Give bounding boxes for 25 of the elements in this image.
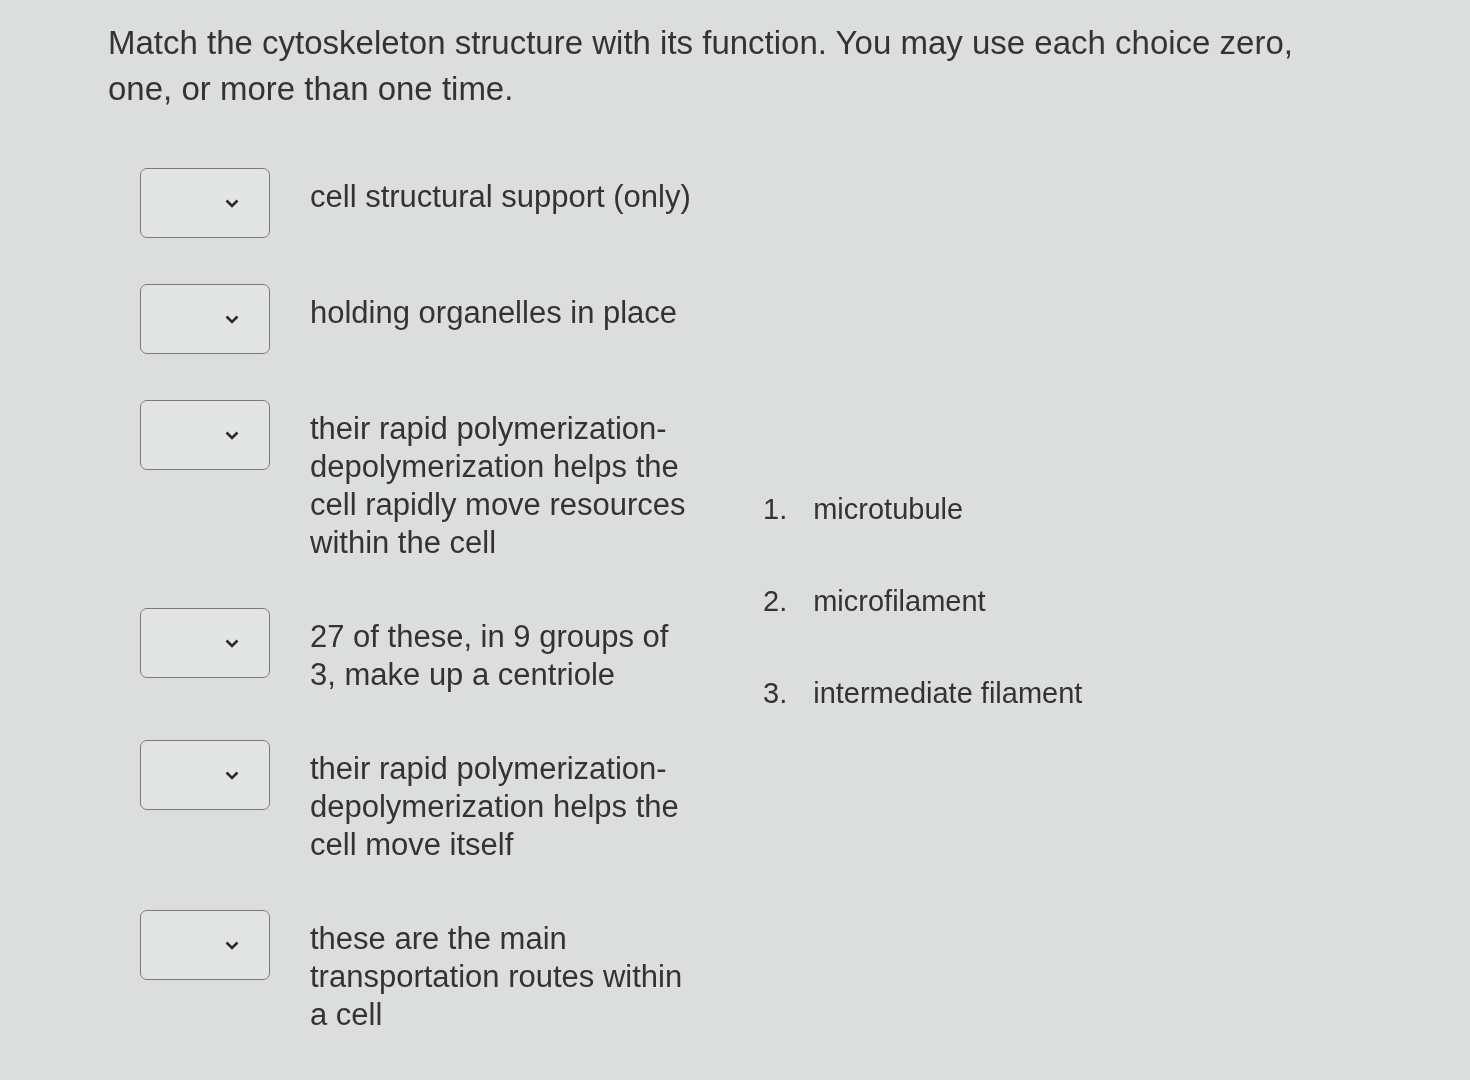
choice-number: 2.: [763, 584, 788, 619]
chevron-down-icon: [225, 638, 239, 648]
choice-label: microfilament: [813, 584, 986, 619]
answer-dropdown[interactable]: [140, 910, 270, 980]
chevron-down-icon: [225, 314, 239, 324]
choice-number: 1.: [763, 492, 788, 527]
answer-dropdown[interactable]: [140, 608, 270, 678]
answer-dropdown[interactable]: [140, 740, 270, 810]
function-text: these are the main transportation routes within a cell: [310, 920, 684, 1034]
function-text: their rapid polymerization-depolymerization helps the cell rapidly move resources within the cell: [310, 410, 687, 562]
choice-label: microtubule: [813, 492, 964, 527]
choice-number: 3.: [763, 676, 788, 711]
question-text: Match the cytoskeleton structure with its function. You may use each choice zero, one, or more than one time.: [108, 23, 1294, 109]
function-text: cell structural support (only): [310, 178, 692, 216]
function-text: 27 of these, in 9 groups of 3, make up a centriole: [310, 618, 670, 694]
chevron-down-icon: [225, 430, 239, 440]
answer-dropdown[interactable]: [140, 168, 270, 238]
answer-dropdown[interactable]: [140, 400, 270, 470]
chevron-down-icon: [225, 198, 239, 208]
chevron-down-icon: [225, 940, 239, 950]
chevron-down-icon: [225, 770, 239, 780]
answer-dropdown[interactable]: [140, 284, 270, 354]
function-text: their rapid polymerization-depolymerization helps the cell move itself: [310, 750, 680, 864]
choice-label: intermediate filament: [813, 676, 1083, 711]
function-text: holding organelles in place: [310, 294, 679, 332]
